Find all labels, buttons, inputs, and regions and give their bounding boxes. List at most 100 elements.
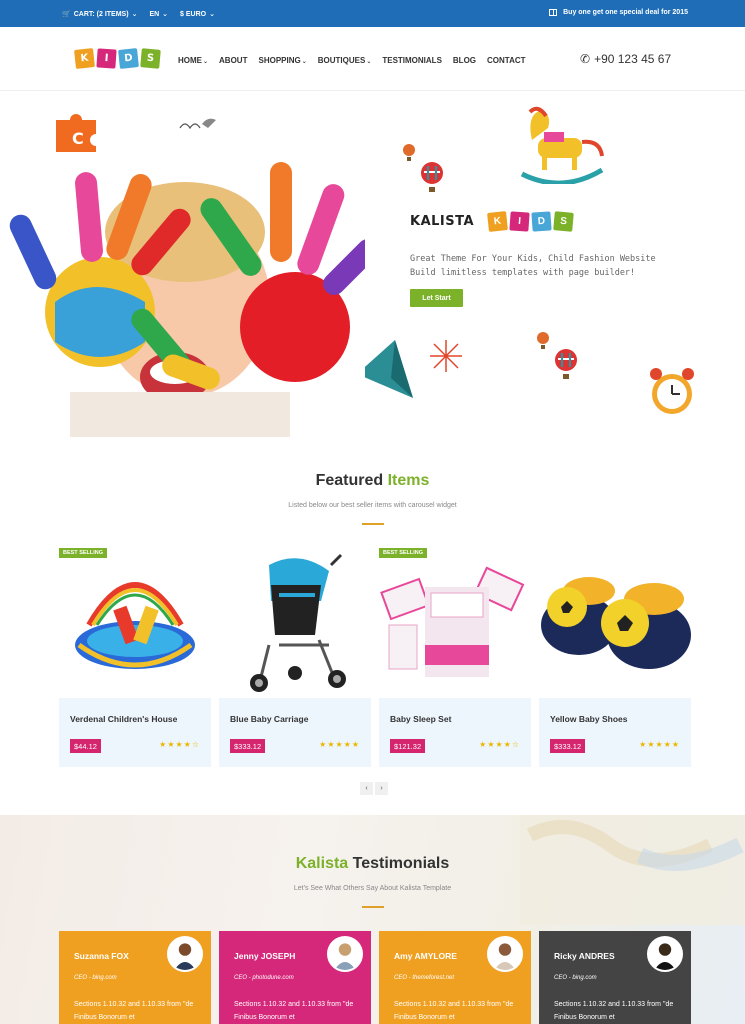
nav-item-about[interactable]: ABOUT: [219, 56, 247, 65]
product-info: Baby Sleep Set $121.32 ★★★★☆: [379, 698, 531, 767]
avatar: [327, 936, 363, 972]
product-name[interactable]: Baby Sleep Set: [390, 714, 451, 724]
hero-subtitle-line: Build limitless templates with page buil…: [410, 268, 636, 278]
promo-text: Buy one get one special deal for 2015: [563, 9, 688, 16]
product-info: Verdenal Children's House $44.12 ★★★★☆: [59, 698, 211, 767]
featured-subtitle: Listed below our best seller items with …: [288, 502, 457, 509]
product-card[interactable]: BEST SELLING Verdenal Children's House $…: [59, 545, 211, 767]
nav-item-home[interactable]: HOME⌄: [178, 56, 208, 65]
testimonial-quote: Sections 1.10.32 and 1.10.33 from "de Fi…: [394, 1001, 514, 1021]
testimonial-quote: Sections 1.10.32 and 1.10.33 from "de Fi…: [74, 1001, 194, 1021]
carousel-nav: ‹ ›: [360, 782, 388, 795]
nav-label: HOME: [178, 56, 202, 65]
testimonial-card: Suzanna FOX CEO - bing.com Sections 1.10…: [59, 931, 211, 1024]
avatar: [647, 936, 683, 972]
product-image: [75, 582, 195, 669]
nav-label: CONTACT: [487, 56, 526, 65]
nav-label: SHOPPING: [258, 56, 301, 65]
testimonial-name: Ricky ANDRES: [554, 951, 615, 961]
title-accent: Items: [387, 472, 430, 489]
product-name[interactable]: Blue Baby Carriage: [230, 714, 308, 724]
birds-icon: [179, 118, 216, 130]
main-nav: HOME⌄ ABOUT SHOPPING⌄ BOUTIQUES⌄ TESTIMO…: [178, 56, 526, 65]
cart-dropdown[interactable]: 🛒 CART: (2 ITEMS) ⌄: [62, 10, 138, 19]
best-selling-badge: BEST SELLING: [59, 548, 108, 558]
hero-subtitle-line: Great Theme For Your Kids, Child Fashion…: [410, 254, 656, 264]
testimonial-name: Jenny JOSEPH: [234, 951, 296, 961]
cart-label: CART: (2 ITEMS): [73, 10, 129, 18]
currency-label: $ EURO: [180, 10, 207, 18]
testimonial-card: Amy AMYLORE CEO - themeforest.net Sectio…: [379, 931, 531, 1024]
avatar: [167, 936, 203, 972]
balloon-icon: [403, 144, 415, 161]
chevron-down-icon: ⌄: [131, 11, 138, 18]
testimonial-list: Suzanna FOX CEO - bing.com Sections 1.10…: [59, 931, 691, 1024]
balloon-icon: [537, 332, 549, 349]
testimonial-role: CEO - photodune.com: [234, 975, 294, 981]
hero-brand: KALISTA: [410, 214, 475, 229]
testimonial-quote: Sections 1.10.32 and 1.10.33 from "de Fi…: [234, 1001, 354, 1021]
divider: [362, 523, 384, 525]
nav-item-testimonials[interactable]: TESTIMONIALS: [382, 56, 442, 65]
nav-item-blog[interactable]: BLOG: [453, 56, 476, 65]
chevron-down-icon: ⌄: [162, 11, 169, 18]
product-image: [541, 577, 691, 669]
logo-letter: K: [74, 48, 95, 69]
rating-stars: ★★★★☆: [479, 740, 520, 749]
testimonial-name: Suzanna FOX: [74, 951, 129, 961]
cart-icon: 🛒: [62, 11, 71, 18]
testimonials-subtitle: Let's See What Others Say About Kalista …: [293, 885, 452, 892]
featured-title: Featured Items: [0, 472, 745, 490]
nav-label: ABOUT: [219, 56, 248, 65]
top-bar: 🛒 CART: (2 ITEMS) ⌄ EN ⌄ $ EURO ⌄ Buy on…: [0, 0, 745, 27]
hero-slider: C KALISTA K I D S Great Theme For Your K…: [0, 92, 745, 437]
product-card[interactable]: Blue Baby Carriage $333.12 ★★★★★: [219, 545, 371, 767]
testimonial-name: Amy AMYLORE: [394, 951, 457, 961]
svg-text:C: C: [72, 129, 84, 148]
nav-item-shopping[interactable]: SHOPPING⌄: [258, 56, 306, 65]
phone-number[interactable]: ✆ +90 123 45 67: [580, 52, 671, 66]
testimonials-title: Kalista Testimonials: [0, 855, 745, 873]
product-name[interactable]: Yellow Baby Shoes: [550, 714, 627, 724]
testimonial-role: CEO - bing.com: [74, 975, 117, 981]
chevron-down-icon: ⌄: [209, 11, 215, 18]
product-info: Yellow Baby Shoes $333.12 ★★★★★: [539, 698, 691, 767]
site-logo[interactable]: K I D S: [74, 48, 161, 69]
testimonial-card: Jenny JOSEPH CEO - photodune.com Section…: [219, 931, 371, 1024]
product-card[interactable]: Yellow Baby Shoes $333.12 ★★★★★: [539, 545, 691, 767]
alarm-clock-icon: [650, 368, 694, 414]
avatar: [487, 936, 523, 972]
rating-stars: ★★★★★: [639, 740, 680, 749]
nav-item-boutiques[interactable]: BOUTIQUES⌄: [318, 56, 372, 65]
product-card[interactable]: BEST SELLING Baby Sleep Set $121.32 ★★★★…: [379, 545, 531, 767]
product-price: $333.12: [230, 739, 266, 753]
chevron-down-icon: ⌄: [301, 59, 307, 65]
let-start-button[interactable]: Let Start: [410, 289, 463, 307]
site-header: K I D S HOME⌄ ABOUT SHOPPING⌄ BOUTIQUES⌄…: [0, 27, 745, 91]
sparkle-icon: [430, 340, 462, 372]
product-name[interactable]: Verdenal Children's House: [70, 714, 177, 724]
logo-letter: D: [531, 211, 552, 232]
best-selling-badge: BEST SELLING: [379, 548, 428, 558]
testimonial-role: CEO - bing.com: [554, 975, 597, 981]
nav-label: TESTIMONIALS: [382, 56, 442, 65]
testimonial-card: Ricky ANDRES CEO - bing.com Sections 1.1…: [539, 931, 691, 1024]
chevron-down-icon: ⌄: [203, 59, 209, 65]
balloon-icon: [421, 162, 443, 192]
nav-label: BOUTIQUES: [317, 56, 366, 65]
title-part: Testimonials: [352, 855, 450, 872]
language-dropdown[interactable]: EN ⌄: [149, 10, 169, 19]
nav-item-contact[interactable]: CONTACT: [487, 56, 526, 65]
carousel-prev-button[interactable]: ‹: [360, 782, 373, 795]
logo-letter: I: [509, 211, 530, 232]
product-info: Blue Baby Carriage $333.12 ★★★★★: [219, 698, 371, 767]
logo-letter: K: [487, 211, 508, 232]
gift-icon: [549, 9, 558, 16]
title-part: Featured: [315, 472, 384, 489]
balloon-icon: [555, 349, 577, 379]
currency-dropdown[interactable]: $ EURO ⌄: [180, 10, 215, 19]
hero-subtitle: Great Theme For Your Kids, Child Fashion…: [410, 252, 656, 280]
testimonial-role: CEO - themeforest.net: [394, 975, 455, 981]
carousel-next-button[interactable]: ›: [375, 782, 388, 795]
phone-label: +90 123 45 67: [594, 52, 672, 66]
